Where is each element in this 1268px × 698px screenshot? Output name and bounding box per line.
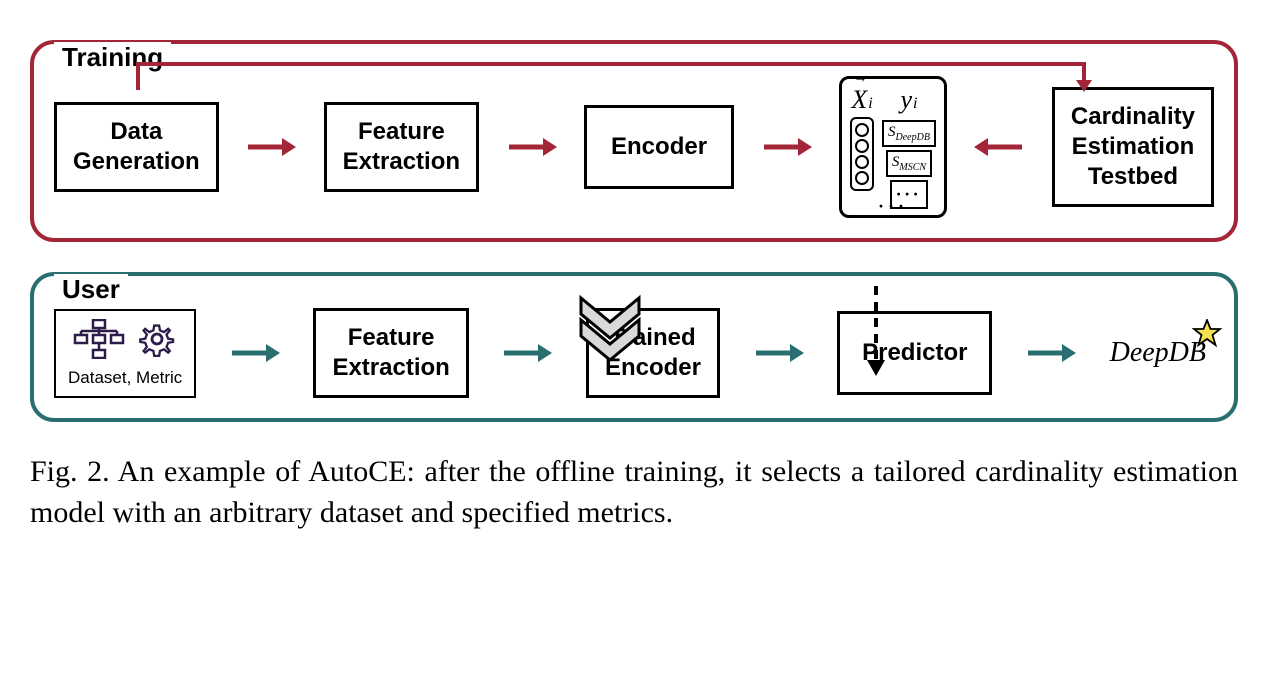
arrow-icon <box>1026 341 1076 365</box>
arrow-icon <box>974 135 1024 159</box>
box-ellipsis: ··· <box>878 196 908 217</box>
arrow-icon <box>230 341 280 365</box>
down-chevrons-icon <box>575 294 645 365</box>
user-input-label: Dataset, Metric <box>68 368 182 388</box>
arrow-icon <box>502 341 552 365</box>
box-predictor: Predictor <box>837 311 992 395</box>
autoce-diagram: Training Data Generation Feature Extract… <box>30 40 1238 533</box>
arrow-icon <box>507 135 557 159</box>
box-testbed: Cardinality Estimation Testbed <box>1052 87 1214 207</box>
box-feature-extraction: Feature Extraction <box>324 102 479 192</box>
figure-caption: Fig. 2. An example of AutoCE: after the … <box>30 452 1238 533</box>
star-icon <box>1192 319 1222 357</box>
score-deepdb: SDeepDB <box>882 120 936 147</box>
arrow-icon <box>762 135 812 159</box>
schema-icon <box>73 319 125 364</box>
y-label: yi <box>900 85 917 115</box>
user-input-box: Dataset, Metric <box>54 309 196 398</box>
xy-vectors-box: Xi yi SDeepDB SMSCN ··· ··· <box>839 76 947 218</box>
top-pipeline-connector <box>136 62 1086 66</box>
user-label: User <box>54 274 128 305</box>
dashed-arrow-icon <box>864 284 888 385</box>
training-section: Training Data Generation Feature Extract… <box>30 40 1238 242</box>
box-encoder: Encoder <box>584 105 734 189</box>
x-vector-label: Xi <box>851 85 872 115</box>
gear-icon <box>137 319 177 364</box>
vector-circles-icon <box>850 117 874 191</box>
box-data-generation: Data Generation <box>54 102 219 192</box>
output-deepdb: DeepDB <box>1110 337 1214 369</box>
arrow-icon <box>754 341 804 365</box>
arrow-icon <box>246 135 296 159</box>
score-mscn: SMSCN <box>886 150 932 177</box>
box-feature-extraction-user: Feature Extraction <box>313 308 468 398</box>
training-label: Training <box>54 42 171 73</box>
